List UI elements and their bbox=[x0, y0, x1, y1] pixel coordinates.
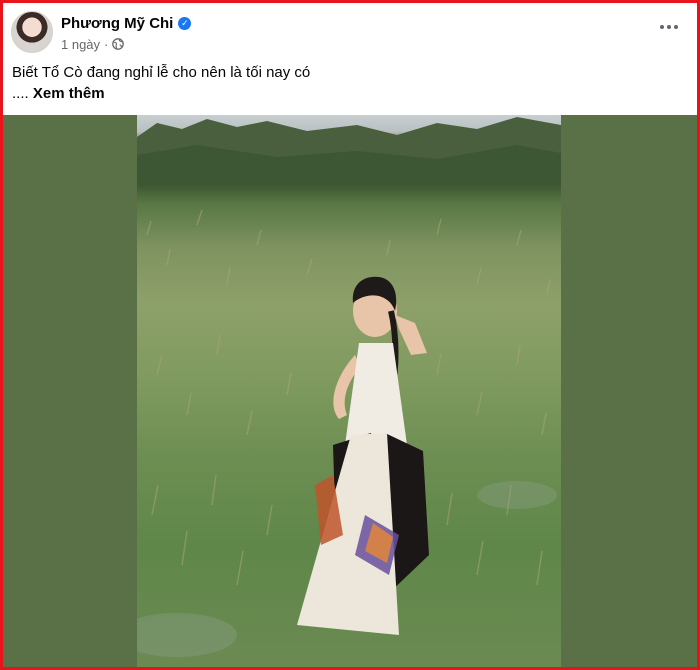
more-options-button[interactable] bbox=[655, 17, 683, 37]
woman-figure bbox=[297, 276, 429, 635]
post-meta: 1 ngày · bbox=[61, 35, 125, 53]
caption-ellipsis: .... bbox=[12, 85, 29, 102]
post-card: Phương Mỹ Chi ✓ 1 ngày · Biết Tổ Cò đang… bbox=[0, 0, 700, 670]
post-photo[interactable] bbox=[137, 115, 561, 667]
photo-illustration bbox=[137, 117, 561, 657]
globe-icon[interactable] bbox=[112, 38, 125, 50]
author-row: Phương Mỹ Chi ✓ bbox=[61, 13, 192, 33]
author-name[interactable]: Phương Mỹ Chi bbox=[61, 15, 173, 32]
post-header: Phương Mỹ Chi ✓ 1 ngày · Biết Tổ Cò đang… bbox=[3, 3, 697, 115]
meta-separator: · bbox=[104, 36, 109, 52]
more-dot-icon bbox=[674, 25, 678, 29]
more-dot-icon bbox=[660, 25, 664, 29]
more-dot-icon bbox=[667, 25, 671, 29]
see-more-line: .... Xem thêm bbox=[12, 84, 105, 104]
author-avatar[interactable] bbox=[11, 11, 53, 53]
see-more-link[interactable]: Xem thêm bbox=[33, 85, 105, 102]
post-time[interactable]: 1 ngày bbox=[61, 37, 100, 52]
post-media bbox=[3, 115, 697, 667]
water-patch bbox=[477, 481, 557, 509]
verified-badge-icon: ✓ bbox=[178, 16, 192, 30]
water-patch bbox=[137, 613, 237, 657]
post-caption: Biết Tổ Cò đang nghỉ lễ cho nên là tối n… bbox=[12, 64, 311, 81]
